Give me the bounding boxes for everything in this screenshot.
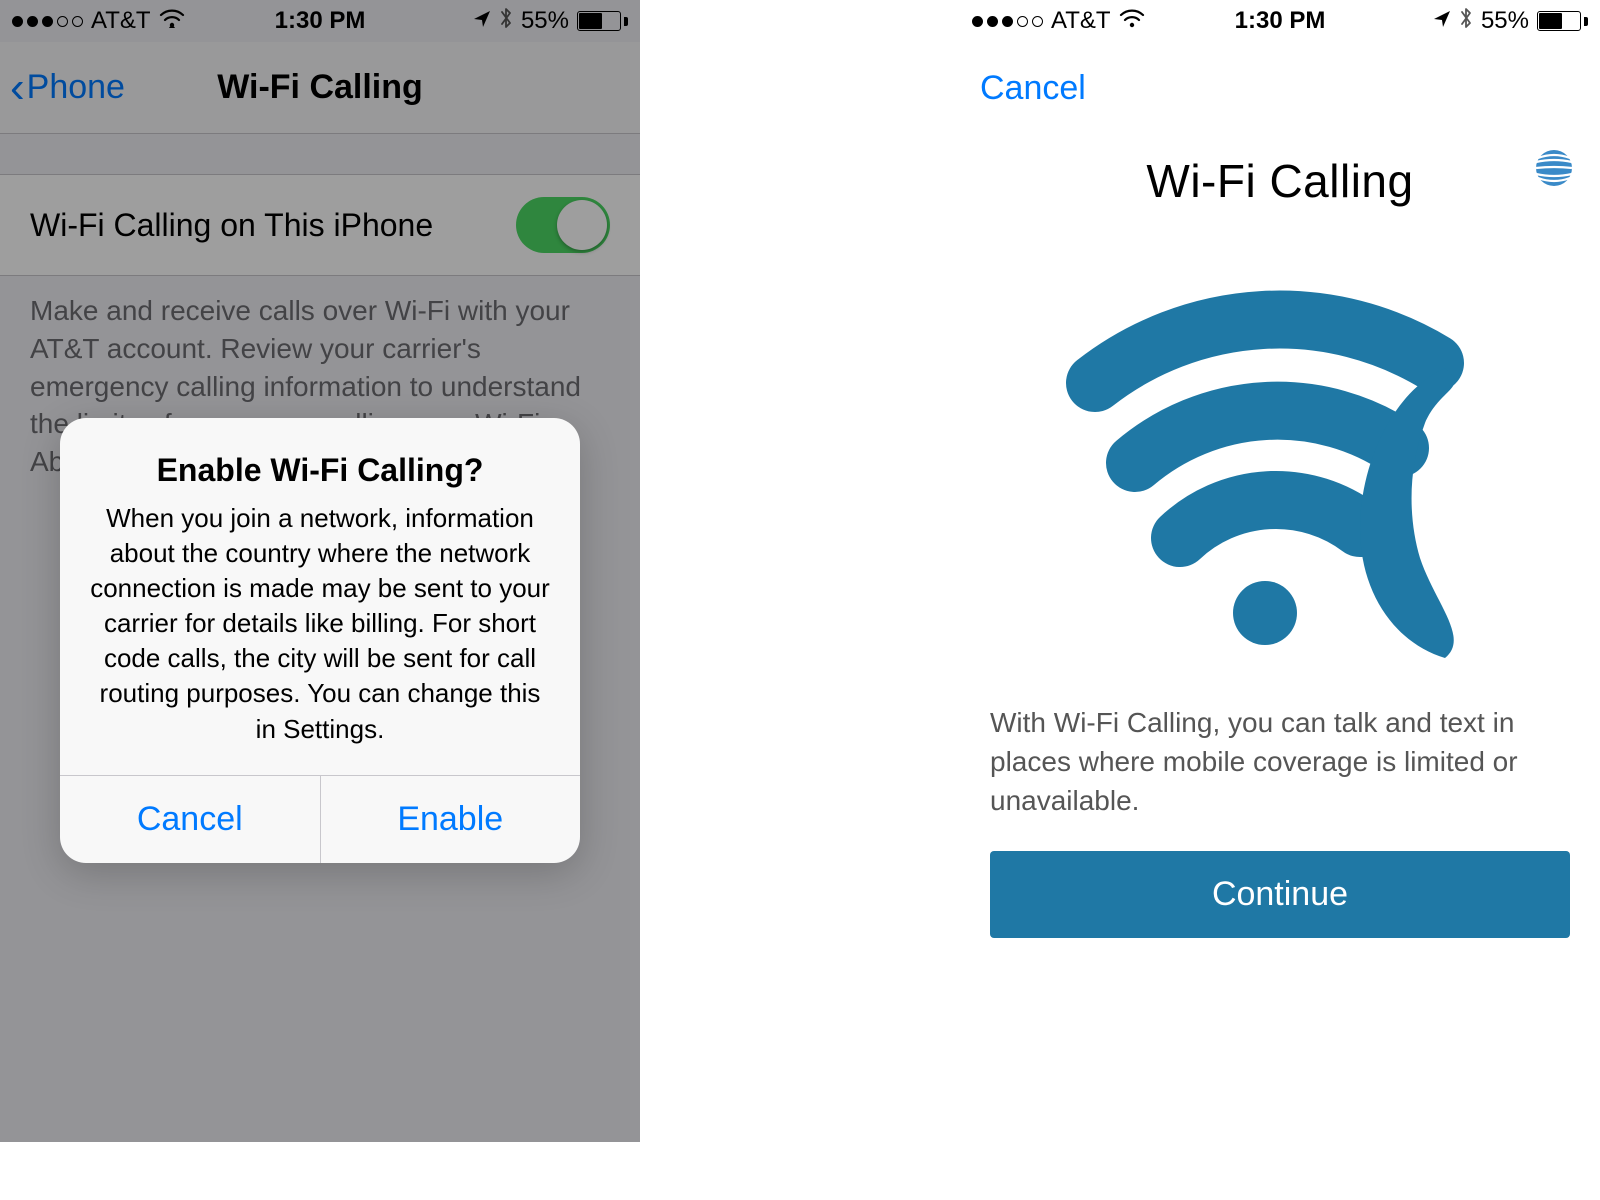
att-globe-icon: [1534, 148, 1574, 193]
promo-body-text: With Wi-Fi Calling, you can talk and tex…: [990, 703, 1570, 821]
bluetooth-icon: [1459, 7, 1473, 35]
signal-strength-icon: [972, 16, 1043, 27]
promo-title: Wi-Fi Calling: [990, 154, 1570, 208]
location-icon: [1433, 7, 1451, 35]
status-time: 1:30 PM: [1235, 7, 1326, 35]
enable-wifi-calling-alert: Enable Wi-Fi Calling? When you join a ne…: [60, 418, 580, 863]
cancel-button[interactable]: Cancel: [980, 69, 1086, 108]
alert-enable-button[interactable]: Enable: [320, 776, 581, 863]
alert-message: When you join a network, information abo…: [88, 501, 552, 747]
alert-cancel-button[interactable]: Cancel: [60, 776, 320, 863]
carrier-label: AT&T: [1051, 7, 1111, 35]
status-right: 55%: [1433, 7, 1588, 35]
wifi-calling-icon: [990, 238, 1570, 663]
carrier-promo-screen: AT&T 1:30 PM 55% Cancel: [960, 0, 1600, 1142]
status-left: AT&T: [972, 7, 1145, 35]
wifi-icon: [1119, 7, 1145, 35]
nav-bar: Cancel: [960, 42, 1600, 134]
battery-icon: [1537, 11, 1588, 31]
settings-screen: AT&T 1:30 PM 55% ‹ Phone: [0, 0, 640, 1142]
battery-percent: 55%: [1481, 7, 1529, 35]
alert-title: Enable Wi-Fi Calling?: [88, 452, 552, 489]
continue-button[interactable]: Continue: [990, 851, 1570, 938]
status-bar: AT&T 1:30 PM 55%: [960, 0, 1600, 42]
